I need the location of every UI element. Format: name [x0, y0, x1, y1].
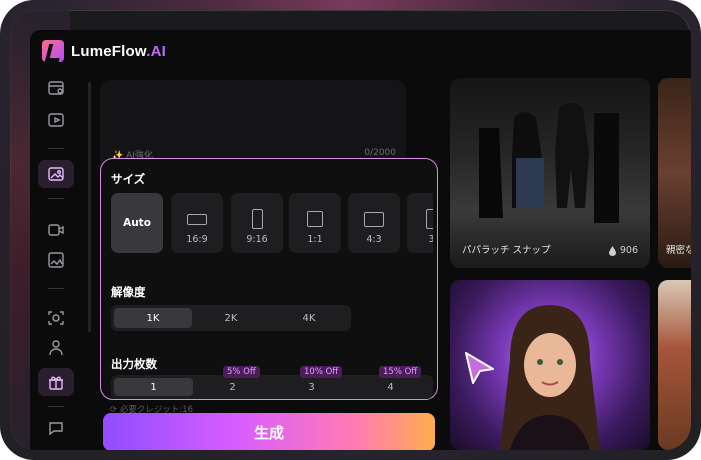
- discount-badge: 10% Off: [300, 366, 343, 378]
- resolution-selector: 1K 2K 4K: [111, 305, 351, 331]
- resolution-option-1k[interactable]: 1K: [114, 308, 192, 328]
- photo-icon[interactable]: [46, 250, 66, 270]
- drop-icon: [608, 245, 616, 256]
- resolution-section-title: 解像度: [111, 285, 146, 299]
- chat-icon[interactable]: [46, 418, 66, 438]
- gallery-card-likes: 906: [608, 245, 638, 256]
- person-swap-icon[interactable]: [46, 338, 66, 358]
- generate-button[interactable]: 生成: [103, 413, 435, 450]
- sidebar-divider: [48, 148, 64, 149]
- gallery-card[interactable]: パパラッチ スナップ 906: [450, 78, 650, 268]
- output-count-option-1[interactable]: 1: [114, 378, 193, 396]
- face-scan-icon[interactable]: [46, 308, 66, 328]
- sidebar-divider: [48, 198, 64, 199]
- size-option-auto[interactable]: Auto: [111, 193, 163, 253]
- discount-badge: 15% Off: [379, 366, 422, 378]
- resolution-option-4k[interactable]: 4K: [270, 308, 348, 328]
- app-window: LumeFlow.AI ✨ AI強化 0/2000 パパラッチ スナップ 906…: [30, 30, 691, 450]
- resolution-option-2k[interactable]: 2K: [192, 308, 270, 328]
- size-option-1-1[interactable]: 1:1: [289, 193, 341, 253]
- gift-icon[interactable]: [38, 368, 74, 396]
- size-option-3-4[interactable]: 3:: [407, 193, 433, 253]
- ratio-4-3-icon: [364, 212, 384, 227]
- sidebar-scrollbar[interactable]: [88, 82, 91, 332]
- video-generate-icon[interactable]: [46, 220, 66, 240]
- size-options: Auto 16:9 9:16 1:1 4:3 3: [111, 193, 433, 253]
- sidebar-divider: [48, 288, 64, 289]
- video-icon[interactable]: [46, 110, 66, 130]
- size-section-title: サイズ: [111, 172, 146, 186]
- ratio-16-9-icon: [187, 214, 207, 225]
- output-count-option-3[interactable]: 10% Off 3: [272, 366, 351, 396]
- logo-mark-icon: [42, 40, 64, 62]
- char-count: 0/2000: [364, 148, 396, 158]
- paparazzi-image: [479, 103, 619, 223]
- output-count-option-4[interactable]: 15% Off 4: [351, 366, 430, 396]
- generation-settings-panel: サイズ Auto 16:9 9:16 1:1 4:3 3 解像度 1K 2K 4…: [100, 158, 438, 400]
- output-count-section-title: 出力枚数: [111, 357, 157, 371]
- cursor-arrow-icon: [465, 352, 494, 384]
- sidebar-divider: [48, 406, 64, 407]
- app-name: LumeFlow.AI: [71, 42, 166, 60]
- ratio-9-16-icon: [251, 209, 263, 229]
- device-screen: LumeFlow.AI ✨ AI強化 0/2000 パパラッチ スナップ 906…: [10, 10, 691, 450]
- output-count-selector: 1 5% Off 2 10% Off 3 15% Off 4: [111, 366, 433, 399]
- device-frame: LumeFlow.AI ✨ AI強化 0/2000 パパラッチ スナップ 906…: [0, 0, 701, 460]
- output-count-option-2[interactable]: 5% Off 2: [193, 366, 272, 396]
- sidebar: [30, 74, 82, 450]
- gallery: パパラッチ スナップ 906 親密な: [450, 30, 691, 450]
- gallery-card-caption: 親密な: [666, 245, 691, 256]
- ratio-1-1-icon: [307, 211, 323, 227]
- size-option-9-16[interactable]: 9:16: [231, 193, 283, 253]
- ratio-3-4-icon: [425, 209, 433, 229]
- image-folder-icon[interactable]: [46, 78, 66, 98]
- size-option-16-9[interactable]: 16:9: [171, 193, 223, 253]
- app-logo[interactable]: LumeFlow.AI: [42, 40, 166, 62]
- size-option-4-3[interactable]: 4:3: [348, 193, 400, 253]
- image-generate-icon[interactable]: [38, 160, 74, 188]
- portrait-image: [500, 305, 600, 450]
- gallery-card[interactable]: [658, 280, 691, 450]
- gallery-card[interactable]: 親密な: [658, 78, 691, 268]
- discount-badge: 5% Off: [223, 366, 260, 378]
- gallery-card-caption: パパラッチ スナップ: [462, 245, 551, 256]
